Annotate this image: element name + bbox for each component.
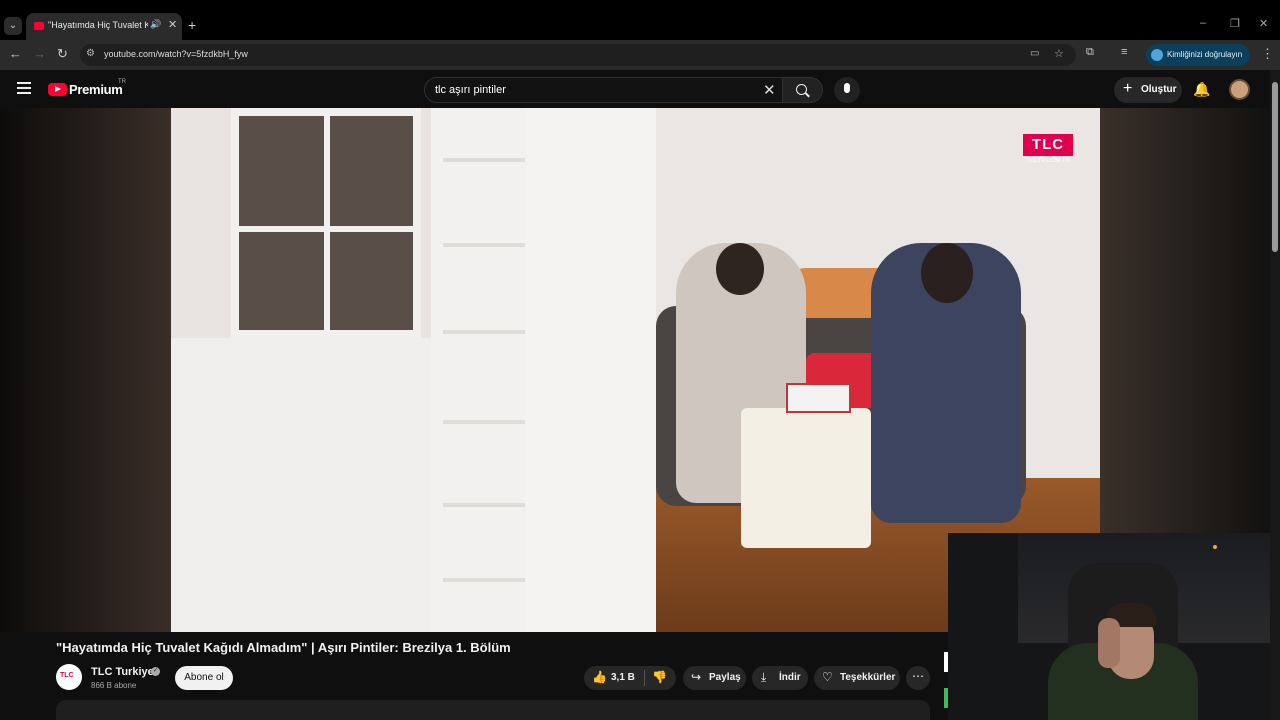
scene-table (741, 408, 871, 548)
scene-person-right (871, 243, 1021, 523)
address-bar[interactable]: ⚙ youtube.com/watch?v=5fzdkbH_fyw ▭ ☆ (80, 44, 1076, 66)
channel-name[interactable]: TLC Turkiye (91, 666, 154, 678)
tab-strip: ⌄ "Hayatımda Hiç Tuvalet Kağ 🔊 ✕ + – ❐ ✕ (0, 0, 1280, 40)
like-dislike-group: 👍 3,1 B 👎 (584, 666, 676, 690)
youtube-masthead: Premium TR tlc aşırı pintiler ✕ + Oluştu… (0, 70, 1270, 108)
star-icon[interactable]: ☆ (1054, 47, 1064, 60)
verify-identity-button[interactable]: Kimliğinizi doğrulayın (1146, 44, 1250, 66)
menu-icon[interactable]: ⋮ (1261, 46, 1274, 62)
restore-icon[interactable]: ❐ (1230, 17, 1240, 30)
url-text[interactable]: youtube.com/watch?v=5fzdkbH_fyw (104, 49, 248, 59)
new-tab-icon[interactable]: + (188, 17, 196, 33)
plus-icon: + (1123, 80, 1133, 97)
thanks-button[interactable]: ♡ Teşekkürler (814, 666, 900, 690)
bell-icon[interactable]: 🔔 (1193, 81, 1210, 98)
window-close-icon[interactable]: ✕ (1259, 17, 1268, 30)
like-icon[interactable]: 👍 (592, 670, 607, 684)
ambient-left (0, 108, 171, 632)
scene-shelves (431, 108, 531, 632)
media-icon[interactable]: ≡ (1121, 46, 1127, 58)
browser-tab[interactable]: "Hayatımda Hiç Tuvalet Kağ 🔊 ✕ (26, 13, 182, 40)
webcam-overlay (948, 533, 1270, 720)
youtube-logo-icon[interactable] (48, 83, 67, 96)
share-button[interactable]: ↪ Paylaş (683, 666, 746, 690)
download-icon: ⤓ (761, 670, 767, 684)
profile-icon (1151, 49, 1163, 61)
more-actions-button[interactable]: ⋯ (906, 666, 930, 690)
search-query[interactable]: tlc aşırı pintiler (435, 84, 506, 96)
clear-search-icon[interactable]: ✕ (763, 81, 776, 99)
download-label: İndir (779, 672, 801, 683)
hamburger-icon[interactable] (17, 82, 31, 97)
channel-avatar[interactable]: TLC (56, 664, 82, 690)
youtube-favicon (34, 22, 44, 30)
video-title: "Hayatımda Hiç Tuvalet Kağıdı Almadım" |… (56, 640, 511, 655)
more-icon: ⋯ (912, 669, 924, 683)
tab-search-icon[interactable]: ⌄ (4, 17, 22, 35)
cast-icon[interactable]: ▭ (1030, 48, 1039, 59)
scene-box (786, 383, 851, 413)
download-button[interactable]: ⤓ İndir (752, 666, 808, 690)
avatar[interactable] (1229, 79, 1250, 100)
thanks-label: Teşekkürler (840, 672, 896, 683)
back-icon[interactable]: ← (9, 46, 22, 61)
like-count[interactable]: 3,1 B (611, 672, 635, 683)
create-label: Oluştur (1141, 84, 1177, 95)
cam-person-hand (1098, 618, 1120, 668)
search-input[interactable]: tlc aşırı pintiler ✕ (424, 77, 784, 103)
create-button[interactable]: + Oluştur (1114, 77, 1182, 103)
subscribe-button[interactable]: Abone ol (175, 666, 233, 690)
scrollbar-thumb[interactable] (1272, 82, 1278, 252)
mic-icon (844, 83, 850, 93)
extensions-icon[interactable]: ⧉ (1086, 46, 1094, 59)
subscriber-count: 866 B abone (91, 681, 137, 690)
tab-title: "Hayatımda Hiç Tuvalet Kağ (48, 20, 148, 30)
verify-label: Kimliğinizi doğrulayın (1167, 50, 1243, 59)
mic-button[interactable] (834, 77, 860, 103)
tlc-watermark: TLC (1023, 134, 1073, 156)
scene-window (231, 108, 421, 338)
thanks-icon: ♡ (822, 670, 833, 684)
share-icon: ↪ (691, 670, 702, 684)
minimize-icon[interactable]: – (1200, 17, 1206, 29)
search-icon (796, 84, 807, 95)
logo-text[interactable]: Premium (69, 82, 123, 97)
scene-wall (171, 338, 431, 632)
scene-door (526, 108, 656, 632)
page-scrollbar[interactable] (1270, 70, 1280, 720)
site-info-icon[interactable]: ⚙ (86, 48, 95, 59)
channel-avatar-text: TLC (60, 672, 74, 679)
dislike-icon[interactable]: 👎 (652, 670, 667, 684)
reload-icon[interactable]: ↻ (57, 46, 68, 62)
search-button[interactable] (782, 77, 823, 103)
audio-icon[interactable]: 🔊 (150, 19, 161, 30)
forward-icon[interactable]: → (33, 46, 46, 61)
close-icon[interactable]: ✕ (168, 18, 177, 31)
tlc-watermark-sub: TLCTV.COM.TR (1026, 158, 1070, 164)
share-label: Paylaş (709, 672, 741, 683)
verified-icon: ✓ (151, 667, 160, 676)
country-code: TR (118, 79, 126, 85)
description-box[interactable] (56, 700, 930, 720)
divider (644, 670, 645, 686)
browser-toolbar: ← → ↻ ⚙ youtube.com/watch?v=5fzdkbH_fyw … (0, 40, 1280, 70)
